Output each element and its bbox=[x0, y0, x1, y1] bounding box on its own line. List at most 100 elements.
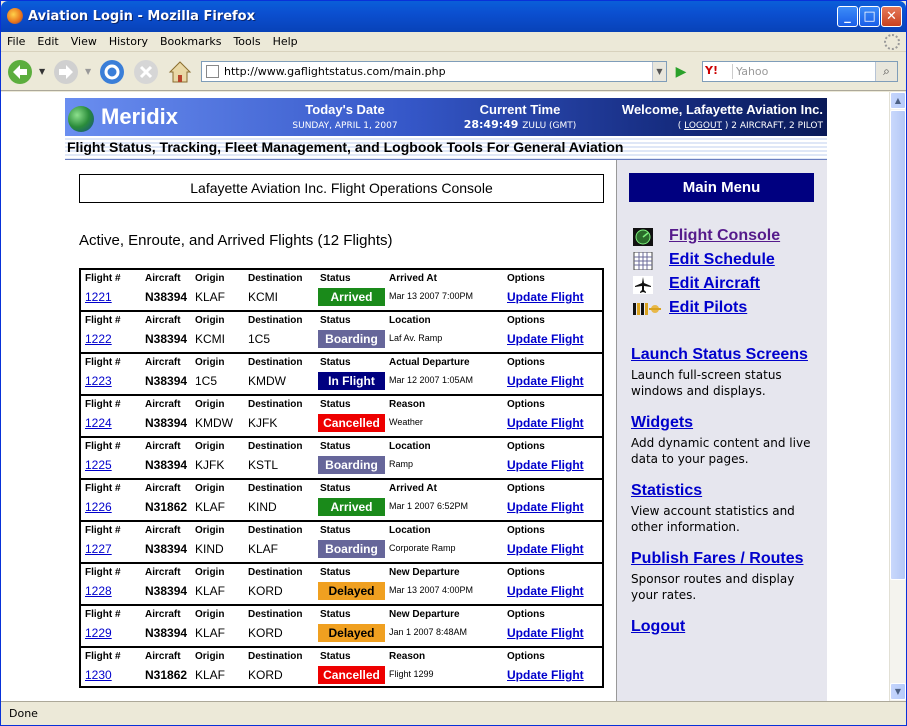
aircraft-header: Aircraft bbox=[145, 525, 181, 536]
scroll-up-icon[interactable]: ▲ bbox=[890, 92, 906, 109]
status-header: Status bbox=[320, 399, 351, 410]
back-icon[interactable] bbox=[7, 59, 33, 85]
flight-number-link[interactable]: 1223 bbox=[85, 374, 112, 388]
maximize-button[interactable]: □ bbox=[859, 6, 880, 27]
section-widgets: Widgets Add dynamic content and live dat… bbox=[631, 414, 821, 467]
launch-status-link[interactable]: Launch Status Screens bbox=[631, 346, 808, 363]
status-badge: In Flight bbox=[318, 372, 385, 390]
console-title: Lafayette Aviation Inc. Flight Operation… bbox=[79, 174, 604, 203]
info-header: Reason bbox=[389, 399, 426, 410]
menu-history[interactable]: History bbox=[103, 32, 154, 48]
options-header: Options bbox=[507, 441, 545, 452]
menu-file[interactable]: File bbox=[1, 32, 31, 48]
origin-value: KLAF bbox=[195, 626, 226, 640]
forward-history-dropdown-icon[interactable]: ▼ bbox=[85, 67, 91, 76]
section-logout: Logout bbox=[631, 618, 821, 636]
vertical-scrollbar[interactable]: ▲ ▼ bbox=[889, 92, 906, 701]
url-text[interactable]: http://www.gaflightstatus.com/main.php bbox=[224, 65, 446, 78]
menu-tools[interactable]: Tools bbox=[227, 32, 266, 48]
aircraft-header: Aircraft bbox=[145, 609, 181, 620]
aircraft-value: N38394 bbox=[145, 290, 188, 304]
origin-value: KCMI bbox=[195, 332, 225, 346]
go-icon[interactable]: ▶ bbox=[671, 63, 691, 81]
aircraft-value: N31862 bbox=[145, 668, 188, 682]
flight-number-link[interactable]: 1224 bbox=[85, 416, 112, 430]
origin-header: Origin bbox=[195, 441, 225, 452]
reload-icon[interactable] bbox=[99, 59, 125, 85]
menu-item-edit-schedule-label[interactable]: Edit Schedule bbox=[669, 251, 775, 269]
url-bar[interactable]: http://www.gaflightstatus.com/main.php ▼ bbox=[201, 61, 667, 82]
flight-number-link[interactable]: 1228 bbox=[85, 584, 112, 598]
statistics-link[interactable]: Statistics bbox=[631, 482, 702, 499]
update-flight-link[interactable]: Update Flight bbox=[507, 458, 584, 472]
destination-header: Destination bbox=[248, 525, 303, 536]
menu-help[interactable]: Help bbox=[267, 32, 304, 48]
origin-value: KMDW bbox=[195, 416, 233, 430]
url-dropdown-icon[interactable]: ▼ bbox=[652, 62, 666, 81]
flight-number-link[interactable]: 1229 bbox=[85, 626, 112, 640]
status-badge: Cancelled bbox=[318, 666, 385, 684]
update-flight-link[interactable]: Update Flight bbox=[507, 542, 584, 556]
destination-header: Destination bbox=[248, 567, 303, 578]
flight-number-link[interactable]: 1225 bbox=[85, 458, 112, 472]
logout-link[interactable]: LOGOUT bbox=[684, 121, 722, 131]
destination-header: Destination bbox=[248, 651, 303, 662]
status-info: Mar 13 2007 4:00PM bbox=[389, 585, 474, 595]
menu-item-flight-console-label[interactable]: Flight Console bbox=[669, 227, 780, 245]
destination-value: KORD bbox=[248, 584, 283, 598]
update-flight-link[interactable]: Update Flight bbox=[507, 500, 584, 514]
pilot-wings-icon bbox=[633, 303, 661, 315]
destination-header: Destination bbox=[248, 483, 303, 494]
menu-bar: File Edit View History Bookmarks Tools Help bbox=[1, 32, 906, 52]
update-flight-link[interactable]: Update Flight bbox=[507, 416, 584, 430]
flight-number-link[interactable]: 1226 bbox=[85, 500, 112, 514]
update-flight-link[interactable]: Update Flight bbox=[507, 290, 584, 304]
menu-view[interactable]: View bbox=[65, 32, 103, 48]
publish-fares-link[interactable]: Publish Fares / Routes bbox=[631, 550, 803, 567]
aircraft-value: N38394 bbox=[145, 626, 188, 640]
menu-bookmarks[interactable]: Bookmarks bbox=[154, 32, 227, 48]
status-badge: Arrived bbox=[318, 498, 385, 516]
search-bar[interactable]: Y! Yahoo ⌕ bbox=[702, 61, 898, 82]
scroll-down-icon[interactable]: ▼ bbox=[890, 683, 906, 700]
flight-number-link[interactable]: 1227 bbox=[85, 542, 112, 556]
site-logo[interactable]: Meridix bbox=[101, 104, 178, 130]
home-icon[interactable] bbox=[167, 59, 193, 85]
flight-number-link[interactable]: 1230 bbox=[85, 668, 112, 682]
launch-status-desc: Launch full-screen status windows and di… bbox=[631, 368, 782, 398]
stop-icon[interactable] bbox=[133, 59, 159, 85]
update-flight-link[interactable]: Update Flight bbox=[507, 626, 584, 640]
update-flight-link[interactable]: Update Flight bbox=[507, 332, 584, 346]
update-flight-link[interactable]: Update Flight bbox=[507, 584, 584, 598]
aircraft-value: N38394 bbox=[145, 584, 188, 598]
close-button[interactable]: ✕ bbox=[881, 6, 902, 27]
status-bar: Done bbox=[1, 701, 906, 725]
origin-header: Origin bbox=[195, 273, 225, 284]
flight-row: Flight # Aircraft Origin Destination Status R… bbox=[79, 394, 604, 436]
update-flight-link[interactable]: Update Flight bbox=[507, 668, 584, 682]
minimize-button[interactable]: _ bbox=[837, 6, 858, 27]
flight-number-header: Flight # bbox=[85, 609, 121, 620]
flight-number-link[interactable]: 1221 bbox=[85, 290, 112, 304]
aircraft-header: Aircraft bbox=[145, 357, 181, 368]
destination-value: KLAF bbox=[248, 542, 279, 556]
search-magnifier-icon[interactable]: ⌕ bbox=[875, 62, 897, 81]
back-history-dropdown-icon[interactable]: ▼ bbox=[39, 67, 45, 76]
menu-item-edit-aircraft-label[interactable]: Edit Aircraft bbox=[669, 275, 760, 293]
update-flight-link[interactable]: Update Flight bbox=[507, 374, 584, 388]
flight-row: Flight # Aircraft Origin Destination Status L… bbox=[79, 436, 604, 478]
flight-number-link[interactable]: 1222 bbox=[85, 332, 112, 346]
search-placeholder[interactable]: Yahoo bbox=[736, 65, 768, 78]
scroll-thumb[interactable] bbox=[890, 110, 906, 580]
sidebar-logout-link[interactable]: Logout bbox=[631, 618, 685, 635]
forward-icon[interactable] bbox=[53, 59, 79, 85]
status-badge: Boarding bbox=[318, 456, 385, 474]
menu-item-edit-pilots-label[interactable]: Edit Pilots bbox=[669, 299, 747, 317]
status-header: Status bbox=[320, 441, 351, 452]
widgets-link[interactable]: Widgets bbox=[631, 414, 693, 431]
page-icon bbox=[206, 65, 219, 78]
search-engine-icon[interactable]: Y! bbox=[705, 64, 733, 79]
browser-window: Aviation Login - Mozilla Firefox _ □ ✕ F… bbox=[0, 0, 907, 726]
menu-edit[interactable]: Edit bbox=[31, 32, 64, 48]
destination-value: KORD bbox=[248, 668, 283, 682]
